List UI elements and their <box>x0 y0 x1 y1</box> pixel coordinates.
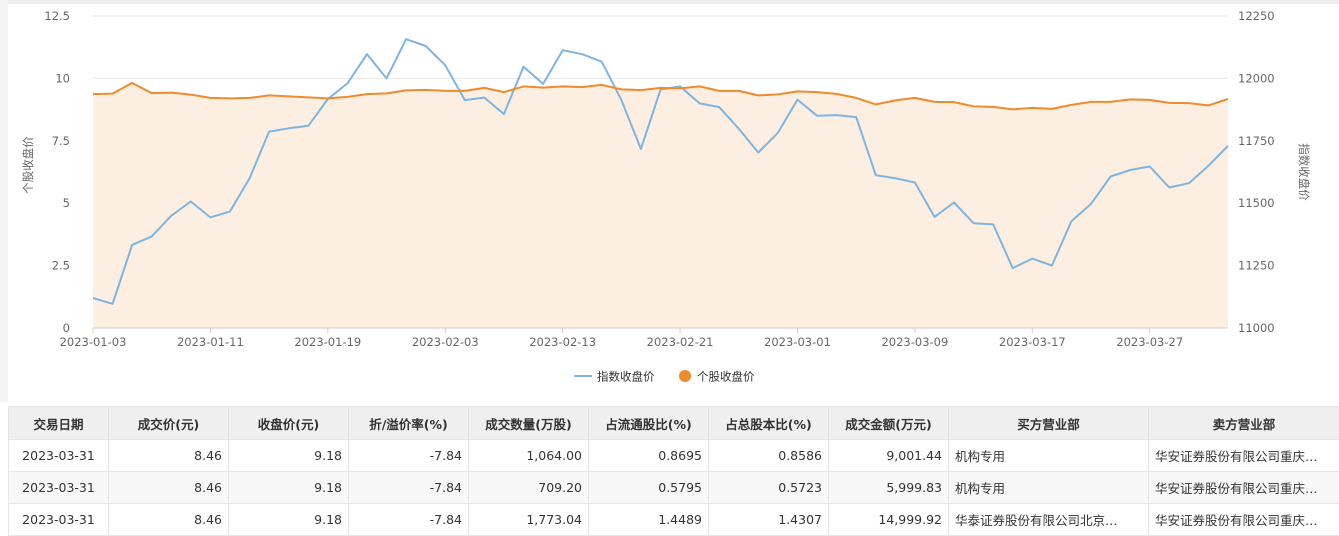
table-cell: 5,999.83 <box>829 472 949 504</box>
legend-item-stock[interactable]: 个股收盘价 <box>679 370 755 384</box>
chart-legend[interactable]: 指数收盘价 个股收盘价 <box>574 370 755 384</box>
table-cell: 9.18 <box>229 504 349 536</box>
left-y-tick-label: 5 <box>63 196 70 210</box>
left-y-tick-label: 0 <box>63 321 70 335</box>
x-tick-label: 2023-01-19 <box>294 335 361 349</box>
table-cell: 1.4307 <box>709 504 829 536</box>
table-cell: -7.84 <box>349 504 469 536</box>
table-cell: -7.84 <box>349 472 469 504</box>
table-cell: 8.46 <box>109 440 229 472</box>
table-cell: 0.8586 <box>709 440 829 472</box>
column-header[interactable]: 占流通股比(%) <box>589 407 709 440</box>
x-tick-label: 2023-02-03 <box>412 335 479 349</box>
block-trade-table: 交易日期成交价(元)收盘价(元)折/溢价率(%)成交数量(万股)占流通股比(%)… <box>8 406 1339 536</box>
table-cell: 2023-03-31 <box>9 440 109 472</box>
table-body: 2023-03-318.469.18-7.841,064.000.86950.8… <box>9 440 1339 536</box>
table-cell: 709.20 <box>469 472 589 504</box>
column-header[interactable]: 成交价(元) <box>109 407 229 440</box>
left-y-tick-label: 7.5 <box>52 134 70 148</box>
x-tick-label: 2023-03-17 <box>999 335 1066 349</box>
table-cell: 2023-03-31 <box>9 472 109 504</box>
x-tick-label: 2023-03-01 <box>764 335 831 349</box>
table-cell: 1,064.00 <box>469 440 589 472</box>
table-cell: 0.5795 <box>589 472 709 504</box>
table-cell: 机构专用 <box>949 440 1149 472</box>
table-cell: 机构专用 <box>949 472 1149 504</box>
column-header[interactable]: 成交数量(万股) <box>469 407 589 440</box>
legend-dot-icon <box>679 370 691 382</box>
column-header[interactable]: 成交金额(万元) <box>829 407 949 440</box>
table-cell: 9.18 <box>229 440 349 472</box>
x-tick-label: 2023-01-11 <box>177 335 244 349</box>
table-cell: 0.8695 <box>589 440 709 472</box>
left-y-tick-label: 12.5 <box>44 9 70 23</box>
column-header[interactable]: 占总股本比(%) <box>709 407 829 440</box>
table-cell: 华安证券股份有限公司重庆… <box>1149 440 1339 472</box>
table-header-row: 交易日期成交价(元)收盘价(元)折/溢价率(%)成交数量(万股)占流通股比(%)… <box>9 407 1339 440</box>
left-axis-label: 个股收盘价 <box>21 136 35 194</box>
column-header[interactable]: 买方营业部 <box>949 407 1149 440</box>
table-cell: 1.4489 <box>589 504 709 536</box>
left-y-tick-label: 2.5 <box>52 259 70 273</box>
column-header[interactable]: 卖方营业部 <box>1149 407 1339 440</box>
table-row: 2023-03-318.469.18-7.84709.200.57950.572… <box>9 472 1339 504</box>
table-cell: 华安证券股份有限公司重庆… <box>1149 472 1339 504</box>
right-y-tick-label: 11000 <box>1238 321 1275 335</box>
right-y-tick-label: 11750 <box>1238 134 1275 148</box>
table-cell: 14,999.92 <box>829 504 949 536</box>
column-header[interactable]: 交易日期 <box>9 407 109 440</box>
right-y-tick-label: 12000 <box>1238 71 1275 85</box>
x-tick-label: 2023-02-21 <box>647 335 714 349</box>
table-row: 2023-03-318.469.18-7.841,064.000.86950.8… <box>9 440 1339 472</box>
price-comparison-chart: 0 2.5 5 7.5 10 12.5 11000 11250 11500 11750 12000 1… <box>0 0 1339 400</box>
right-y-tick-label: 11250 <box>1238 259 1275 273</box>
table-cell: 1,773.04 <box>469 504 589 536</box>
right-axis-label: 指数收盘价 <box>1297 143 1311 201</box>
column-header[interactable]: 折/溢价率(%) <box>349 407 469 440</box>
x-tick-label: 2023-03-27 <box>1116 335 1183 349</box>
left-y-tick-label: 10 <box>55 71 70 85</box>
page: 0 2.5 5 7.5 10 12.5 11000 11250 11500 11750 12000 1… <box>0 0 1339 532</box>
x-tick-label: 2023-02-13 <box>529 335 596 349</box>
table-cell: 9.18 <box>229 472 349 504</box>
table-cell: 0.5723 <box>709 472 829 504</box>
table-cell: 华泰证券股份有限公司北京… <box>949 504 1149 536</box>
table-cell: 8.46 <box>109 504 229 536</box>
right-y-tick-label: 12250 <box>1238 9 1275 23</box>
x-tick-label: 2023-03-09 <box>881 335 948 349</box>
legend-item-index[interactable]: 指数收盘价 <box>574 370 655 384</box>
legend-label: 个股收盘价 <box>697 370 755 384</box>
stock-price-area-fill <box>93 83 1228 328</box>
right-y-tick-label: 11500 <box>1238 196 1275 210</box>
axes <box>93 328 1228 333</box>
table-cell: -7.84 <box>349 440 469 472</box>
column-header[interactable]: 收盘价(元) <box>229 407 349 440</box>
table-cell: 华安证券股份有限公司重庆… <box>1149 504 1339 536</box>
table-cell: 2023-03-31 <box>9 504 109 536</box>
table-cell: 8.46 <box>109 472 229 504</box>
table-row: 2023-03-318.469.18-7.841,773.041.44891.4… <box>9 504 1339 536</box>
x-tick-label: 2023-01-03 <box>60 335 127 349</box>
table-cell: 9,001.44 <box>829 440 949 472</box>
legend-label: 指数收盘价 <box>597 370 655 384</box>
